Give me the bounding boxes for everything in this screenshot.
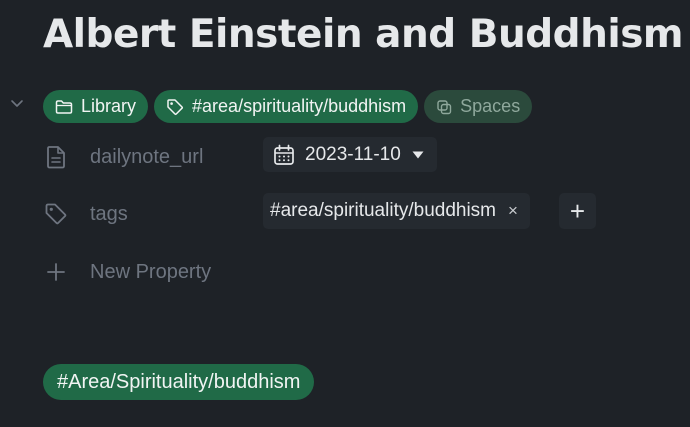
property-label-dailynote-url[interactable]: dailynote_url (90, 146, 203, 169)
library-chip[interactable]: Library (43, 90, 149, 123)
tag-chip[interactable]: #area/spirituality/buddhism (154, 90, 419, 123)
tag-value-pill[interactable]: #area/spirituality/buddhism × (263, 193, 530, 229)
calendar-icon (274, 144, 294, 165)
date-picker[interactable]: 2023-11-10 (263, 137, 437, 172)
context-chips: Library #area/spirituality/buddhism Spac… (43, 90, 533, 123)
tag-chip-label: #area/spirituality/buddhism (192, 96, 407, 116)
document-icon (43, 144, 69, 170)
library-chip-label: Library (81, 96, 137, 116)
date-value: 2023-11-10 (305, 143, 401, 165)
body-tag-link[interactable]: #Area/Spirituality/buddhism (43, 364, 315, 400)
new-property-row[interactable]: New Property (43, 259, 211, 285)
add-tag-button[interactable]: + (559, 193, 596, 229)
tag-icon (43, 201, 69, 227)
plus-icon (43, 259, 69, 285)
spaces-chip[interactable]: Spaces (424, 90, 533, 123)
folder-icon (55, 99, 73, 114)
spaces-icon (437, 99, 452, 114)
add-tag-label: + (569, 196, 586, 226)
remove-tag-button[interactable]: × (508, 201, 518, 221)
property-label-tags[interactable]: tags (90, 203, 128, 226)
property-row-tags: tags (43, 201, 128, 227)
caret-down-icon[interactable] (411, 150, 425, 160)
page-title: Albert Einstein and Buddhism (43, 12, 684, 57)
chevron-down-icon[interactable] (9, 96, 25, 112)
tag-value: #area/spirituality/buddhism (270, 200, 497, 221)
tag-icon (167, 98, 184, 115)
new-property-label[interactable]: New Property (90, 261, 211, 284)
property-row-dailynote-url: dailynote_url (43, 144, 203, 170)
spaces-chip-label: Spaces (460, 96, 521, 116)
